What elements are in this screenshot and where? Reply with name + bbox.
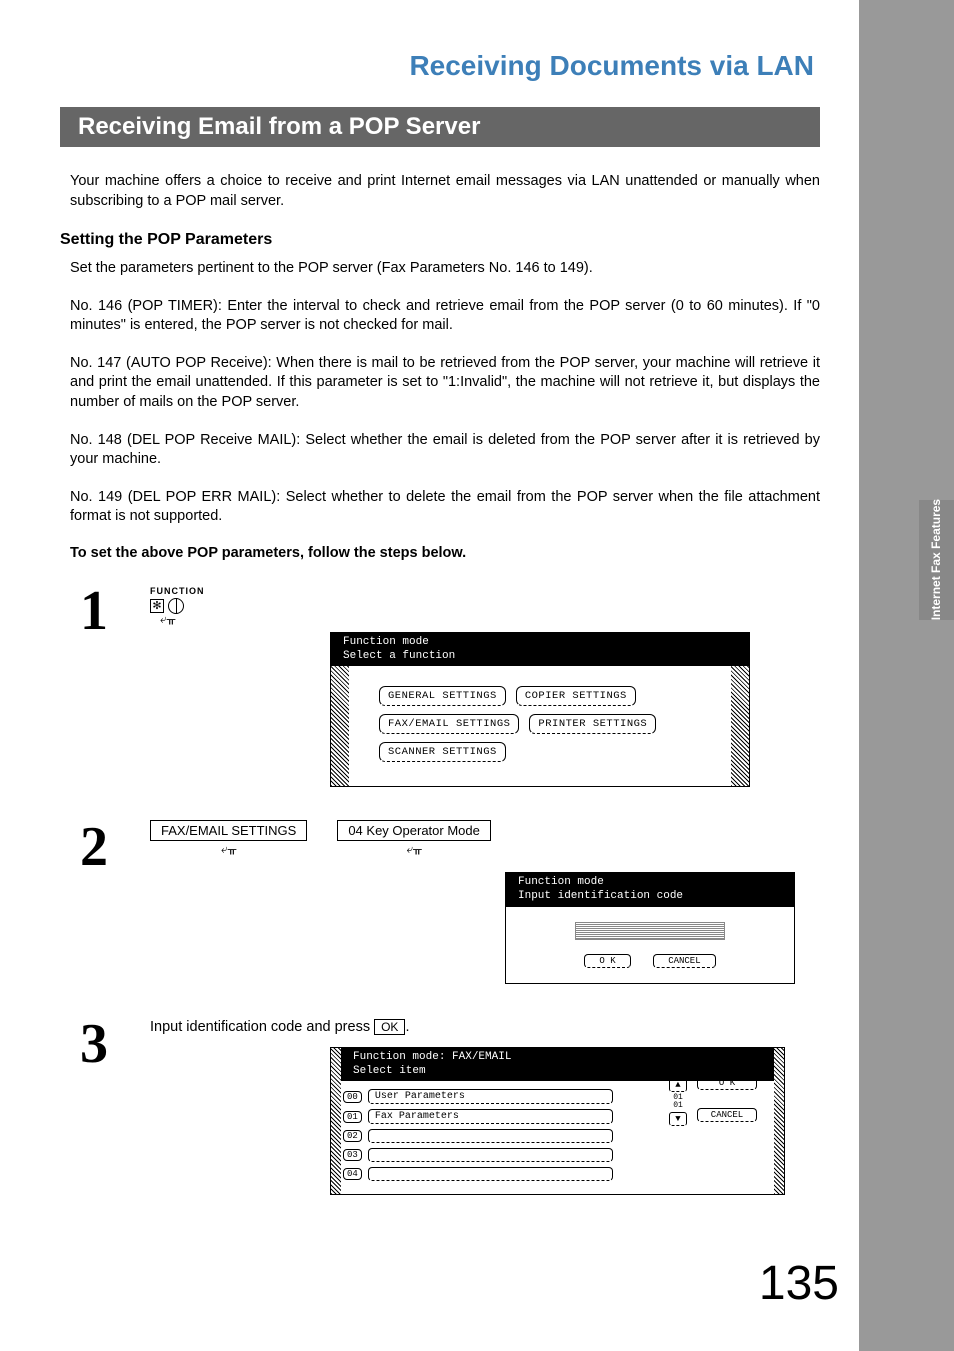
scroll-up-icon[interactable]: ▲ (669, 1078, 687, 1092)
scanner-settings-button[interactable]: SCANNER SETTINGS (379, 742, 506, 762)
paragraph: No. 146 (POP TIMER): Enter the interval … (60, 297, 820, 336)
step-number: 1 (80, 586, 125, 636)
globe-icon (168, 598, 184, 614)
step-3-instruction: Input identification code and press OK. (150, 1019, 860, 1035)
section-heading: Receiving Email from a POP Server (60, 107, 820, 147)
paragraph: No. 147 (AUTO POP Receive): When there i… (60, 354, 820, 413)
step-2: 2 FAX/EMAIL SETTINGS ⤶ᚂ 04 Key Operator … (60, 822, 860, 984)
lcd-screen-select-item: Function mode: FAX/EMAIL Select item 00 … (330, 1047, 785, 1196)
general-settings-button[interactable]: GENERAL SETTINGS (379, 686, 506, 706)
press-hand-icon: ⤶ᚂ (150, 842, 307, 857)
lcd-screen-function-mode: Function mode Select a function GENERAL … (330, 632, 750, 788)
copier-settings-button[interactable]: COPIER SETTINGS (516, 686, 636, 706)
cancel-button[interactable]: CANCEL (697, 1108, 757, 1122)
lcd-screen-id-code: Function mode Input identification code … (505, 872, 795, 984)
ok-key-label: OK (374, 1019, 405, 1035)
section-tab: Internet Fax Features (919, 500, 954, 620)
press-hand-icon: ⤶ᚂ (160, 612, 860, 627)
chapter-title: Receiving Documents via LAN (60, 50, 914, 82)
asterisk-icon: ✻ (150, 599, 164, 613)
fax-email-settings-key: FAX/EMAIL SETTINGS (150, 820, 307, 841)
key-operator-mode-key: 04 Key Operator Mode (337, 820, 491, 841)
step-1: 1 FUNCTION ✻ ⤶ᚂ Function mode Select a f… (60, 586, 860, 788)
shade-decor (731, 666, 749, 786)
sub-heading: Setting the POP Parameters (60, 231, 914, 249)
scroll-indicator: ▲ 01 01 ▼ (667, 1076, 689, 1128)
intro-paragraph: Your machine offers a choice to receive … (60, 172, 820, 211)
scroll-down-icon[interactable]: ▼ (669, 1112, 687, 1126)
ok-button[interactable]: O K (697, 1076, 757, 1090)
shade-decor (331, 1048, 341, 1195)
paragraph: Set the parameters pertinent to the POP … (60, 259, 820, 279)
shade-decor (774, 1048, 784, 1195)
press-hand-icon: ⤶ᚂ (337, 842, 491, 857)
function-key-label: FUNCTION (150, 586, 860, 596)
step-number: 3 (80, 1019, 125, 1069)
list-item[interactable]: 03 (343, 1148, 772, 1162)
id-code-input[interactable] (575, 922, 725, 940)
side-gray-panel (859, 0, 954, 1351)
fax-email-settings-button[interactable]: FAX/EMAIL SETTINGS (379, 714, 519, 734)
page-number: 135 (759, 1256, 839, 1311)
screen-header: Function mode Input identification code (506, 873, 794, 907)
shade-decor (331, 666, 349, 786)
cancel-button[interactable]: CANCEL (653, 954, 715, 968)
printer-settings-button[interactable]: PRINTER SETTINGS (529, 714, 656, 734)
list-item[interactable]: 04 (343, 1167, 772, 1181)
paragraph: No. 148 (DEL POP Receive MAIL): Select w… (60, 431, 820, 470)
screen-header: Function mode Select a function (331, 633, 749, 667)
manual-page: Internet Fax Features Receiving Document… (0, 0, 954, 1351)
step-number: 2 (80, 822, 125, 872)
instruction-bold: To set the above POP parameters, follow … (60, 545, 820, 561)
step-3: 3 Input identification code and press OK… (60, 1019, 860, 1196)
ok-button[interactable]: O K (584, 954, 630, 968)
paragraph: No. 149 (DEL POP ERR MAIL): Select wheth… (60, 488, 820, 527)
